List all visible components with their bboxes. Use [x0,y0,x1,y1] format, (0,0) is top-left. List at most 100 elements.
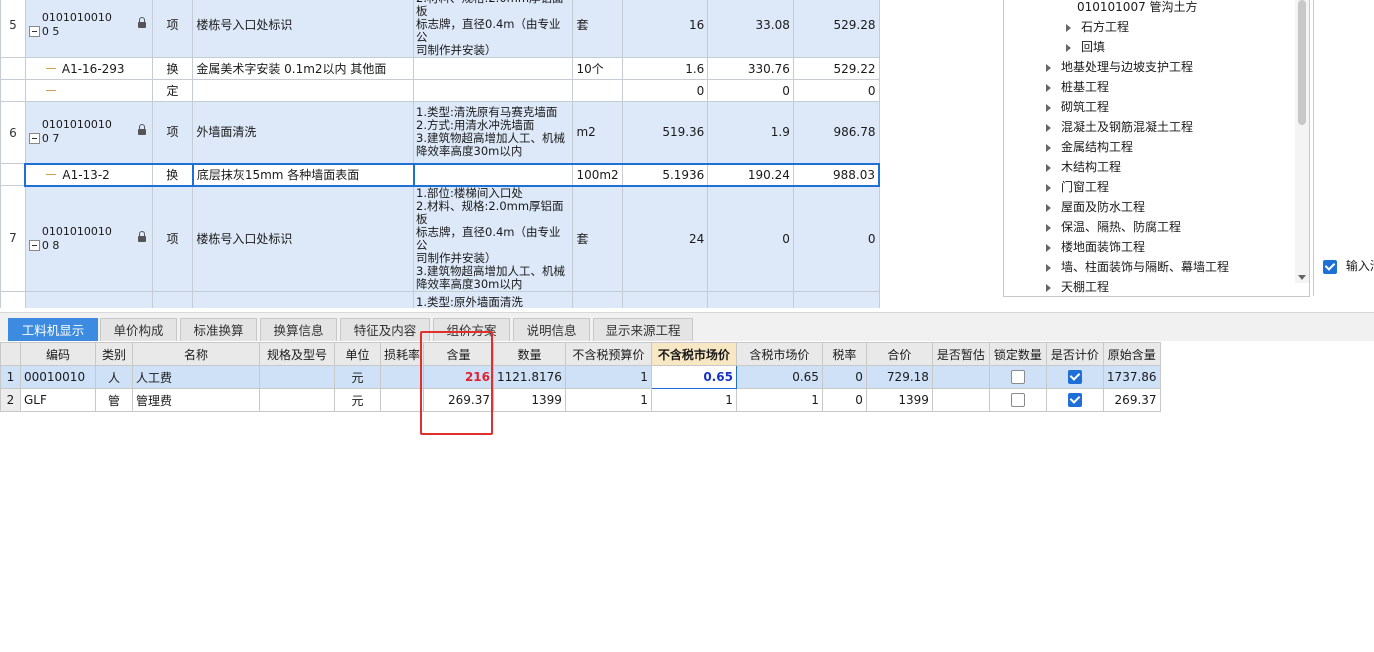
price-cell[interactable]: 190.24 [707,162,794,187]
collapse-icon[interactable] [28,25,40,37]
col-header[interactable]: 损耗率 [379,342,425,366]
qty-cell[interactable]: 5.1936 [621,162,709,187]
total-cell[interactable]: 0 [792,290,880,308]
expand-arrow-icon[interactable] [1046,203,1051,212]
total-cell[interactable]: 986.78 [792,101,880,164]
tree-node[interactable]: 010101007 管沟土方 [1077,0,1198,16]
collapse-icon[interactable] [28,133,40,145]
bill-item-row[interactable]: 5 01010100100 5 项楼栋号入口处标识2.材料、规格:2.0mm厚铝面板… [0,0,880,58]
code-cell[interactable]: 01010100100 5 [24,0,153,58]
tree-node[interactable]: 砌筑工程 [1046,98,1109,116]
features-cell[interactable]: 1.类型:清洗原有马赛克墙面 2.方式:用清水冲洗墙面 3.建筑物超高增加人工、机械… [413,101,574,164]
total-cell[interactable]: 0 [792,79,880,102]
qty-cell[interactable]: 1399 [493,388,566,412]
tree-node[interactable]: 金属结构工程 [1046,138,1133,156]
tree-node[interactable]: 屋面及防水工程 [1046,198,1145,216]
name-cell[interactable]: 楼栋号入口处标识 [192,0,415,58]
expand-arrow-icon[interactable] [1046,163,1051,172]
col-header[interactable]: 原始含量 [1102,342,1161,366]
tree-node[interactable]: 楼地面装饰工程 [1046,238,1145,256]
code-cell[interactable] [24,79,153,102]
total-cell[interactable]: 1399 [865,388,933,412]
unit-cell[interactable]: 元 [334,388,381,412]
pre-price-cell[interactable]: 1 [564,388,652,412]
unit-cell[interactable]: 100m2 [572,162,623,187]
qty-cell[interactable]: 519.36 [621,101,709,164]
scrollbar-thumb[interactable] [1298,0,1306,125]
features-cell[interactable] [413,162,574,187]
type-cell[interactable]: 项 [151,101,194,164]
code-cell[interactable]: 01010100100 8 [24,185,153,292]
market-tax-price-cell[interactable]: 1 [735,388,823,412]
type-cell[interactable]: 管 [95,388,133,412]
priced-cell[interactable] [1045,365,1104,389]
unit-cell[interactable]: 元 [334,365,381,389]
lock-qty-cell[interactable] [988,365,1047,389]
pre-price-cell[interactable]: 1 [564,365,652,389]
price-cell[interactable]: 330.76 [707,57,794,80]
table-row[interactable]: 2 GLF 管 管理费 元 269.37 1399 1 1 1 0 1399 2… [0,388,1161,412]
type-cell[interactable]: 人 [95,365,133,389]
expand-arrow-icon[interactable] [1046,63,1051,72]
tab-unit-price-composition[interactable]: 单价构成 [100,318,177,341]
name-cell[interactable]: 管理费 [132,388,260,412]
market-tax-price-cell[interactable]: 0.65 [735,365,823,389]
expand-arrow-icon[interactable] [1046,143,1051,152]
qty-cell[interactable]: 0 [621,79,709,102]
temp-estimate-cell[interactable] [931,388,990,412]
code-cell[interactable]: 00010010 [20,365,96,389]
tab-description[interactable]: 说明信息 [513,318,590,341]
lock-qty-cell[interactable] [988,388,1047,412]
tree-node[interactable]: 地基处理与边坡支护工程 [1046,58,1193,76]
col-header[interactable]: 是否暂估 [931,342,990,366]
price-cell[interactable]: 0 [707,185,794,292]
tree-node[interactable]: 门窗工程 [1046,178,1109,196]
unit-cell[interactable]: 套 [572,0,623,58]
qty-cell[interactable]: 2370.16 [621,290,709,308]
market-price-cell[interactable]: 0.65 [650,365,737,389]
unit-cell[interactable]: m2 [572,290,623,308]
tax-rate-cell[interactable]: 0 [821,365,867,389]
quota-row[interactable]: 定000 [0,79,880,102]
col-header[interactable]: 数量 [493,342,566,366]
type-cell[interactable]: 定 [151,79,194,102]
scroll-down-arrow-icon[interactable] [1298,275,1306,280]
name-cell[interactable]: 金属美术字安装 0.1m2以内 其他面 [192,57,415,80]
market-price-cell[interactable]: 1 [650,388,737,412]
tree-scrollbar[interactable] [1295,0,1309,283]
bill-item-row[interactable]: 6 01010100100 7 项外墙面清洗 1.类型:清洗原有马赛克墙面 2.方式:用… [0,101,880,164]
tab-conversion-info[interactable]: 换算信息 [260,318,337,341]
tree-node[interactable]: 木结构工程 [1046,158,1121,176]
features-cell[interactable]: 1.部位:楼梯间入口处 2.材料、规格:2.0mm厚铝面板 标志牌，直径0.4m（由… [413,185,574,292]
type-cell[interactable]: 项 [151,0,194,58]
price-cell[interactable]: 1.9 [707,101,794,164]
lock-qty-checkbox[interactable] [1010,393,1025,408]
tree-node[interactable]: 墙、柱面装饰与隔断、幕墙工程 [1046,258,1229,276]
expand-arrow-icon[interactable] [1066,43,1071,52]
expand-arrow-icon[interactable] [1046,243,1051,252]
col-header[interactable]: 名称 [132,342,260,366]
tree-node[interactable]: 天棚工程 [1046,278,1109,296]
col-header[interactable]: 合价 [865,342,933,366]
code-cell[interactable]: A1-16-293 [24,57,153,80]
expand-arrow-icon[interactable] [1046,263,1051,272]
total-cell[interactable]: 729.18 [865,365,933,389]
col-header[interactable]: 含税市场价 [735,342,823,366]
tab-source-project[interactable]: 显示来源工程 [593,318,693,341]
qty-cell[interactable]: 1.6 [621,57,709,80]
quota-row[interactable]: A1-16-293 换金属美术字安装 0.1m2以内 其他面 10个 1.6 330.7… [0,57,880,80]
expand-arrow-icon[interactable] [1046,183,1051,192]
unit-cell[interactable] [572,79,623,102]
orig-content-cell[interactable]: 1737.86 [1102,365,1161,389]
tab-standard-conversion[interactable]: 标准换算 [180,318,257,341]
code-cell[interactable]: 01010100101 4 [24,290,153,308]
bill-item-row[interactable]: 7 01010100100 8 项楼栋号入口处标识 1.部位:楼梯间入口处 2.材料、规… [0,185,880,292]
tree-node[interactable]: 回填 [1066,38,1105,56]
col-header[interactable]: 是否计价 [1045,342,1104,366]
temp-estimate-cell[interactable] [931,365,990,389]
tab-material-display[interactable]: 工料机显示 [8,318,98,341]
checkmark-icon[interactable] [1323,259,1337,274]
collapse-icon[interactable] [28,239,40,251]
expand-arrow-icon[interactable] [1046,223,1051,232]
code-cell[interactable]: A1-13-2 [24,162,153,187]
